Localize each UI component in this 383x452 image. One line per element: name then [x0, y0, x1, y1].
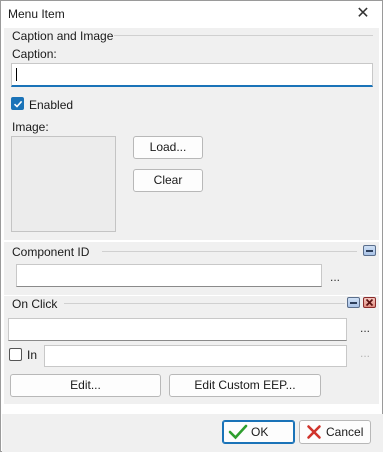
- in-label: In: [27, 348, 38, 362]
- in-browse-button[interactable]: ...: [360, 347, 370, 359]
- clear-button[interactable]: Clear: [133, 169, 203, 192]
- caption-input[interactable]: [11, 63, 373, 87]
- collapse-on-click-icon[interactable]: [347, 297, 360, 308]
- check-icon: [228, 424, 248, 440]
- cancel-x-icon: [307, 425, 321, 439]
- close-icon: [365, 298, 374, 307]
- on-click-panel: On Click ... In ... Edit... Edit Custom …: [4, 296, 379, 404]
- menu-item-dialog: Menu Item ✕ Caption and Image Caption: E…: [0, 0, 383, 452]
- edit-custom-eep-button[interactable]: Edit Custom EEP...: [169, 374, 321, 397]
- dialog-footer: OK Cancel: [2, 414, 383, 452]
- text-caret: [16, 68, 17, 81]
- section-divider: [102, 251, 357, 252]
- section-divider: [64, 303, 345, 304]
- caption-image-panel: Caption and Image Caption: Enabled Image…: [4, 28, 379, 240]
- cancel-button[interactable]: Cancel: [299, 420, 371, 444]
- in-input[interactable]: [44, 345, 347, 367]
- on-click-input[interactable]: [8, 318, 347, 341]
- component-id-browse-button[interactable]: ...: [330, 271, 340, 283]
- ok-button[interactable]: OK: [222, 420, 295, 444]
- caption-image-section-title: Caption and Image: [12, 29, 114, 43]
- on-click-section-title: On Click: [12, 297, 58, 311]
- load-button[interactable]: Load...: [133, 136, 203, 159]
- remove-on-click-icon[interactable]: [363, 297, 376, 308]
- image-preview: [11, 136, 116, 232]
- checkmark-icon: [13, 100, 23, 108]
- enabled-checkbox[interactable]: [11, 97, 24, 110]
- on-click-browse-button[interactable]: ...: [360, 322, 370, 334]
- component-id-panel: Component ID ...: [4, 242, 379, 295]
- edit-button[interactable]: Edit...: [10, 374, 161, 397]
- in-checkbox[interactable]: [9, 348, 22, 361]
- cancel-label: Cancel: [326, 425, 364, 439]
- enabled-label: Enabled: [29, 98, 74, 112]
- image-label: Image:: [12, 120, 49, 134]
- ok-label: OK: [251, 425, 269, 439]
- title-bar: Menu Item ✕: [1, 1, 382, 28]
- window-title: Menu Item: [8, 7, 65, 21]
- collapse-component-id-icon[interactable]: [363, 245, 376, 256]
- component-id-section-title: Component ID: [12, 245, 90, 259]
- section-divider: [114, 35, 373, 36]
- caption-label: Caption:: [12, 47, 57, 61]
- close-icon[interactable]: ✕: [353, 4, 373, 24]
- component-id-input[interactable]: [16, 264, 322, 287]
